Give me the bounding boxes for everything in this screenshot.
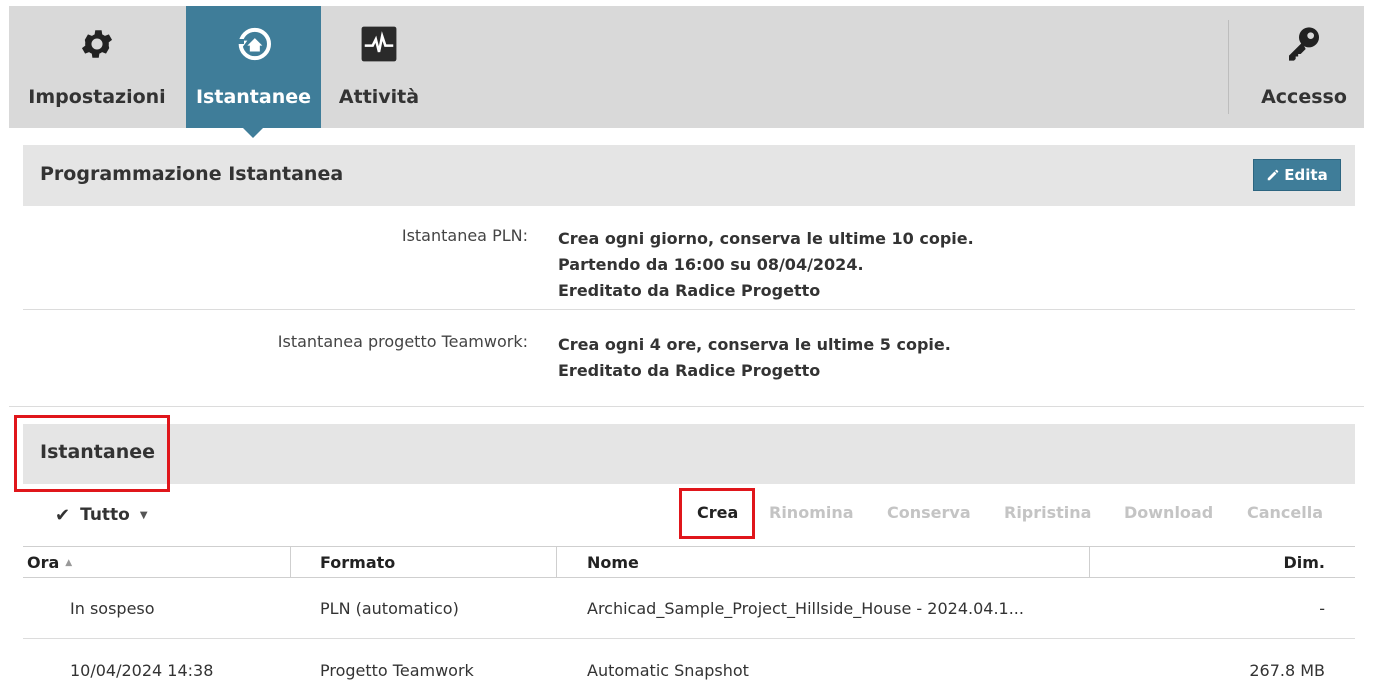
tab-activity-label: Attività (338, 86, 420, 108)
column-header-name[interactable]: Nome (587, 547, 639, 578)
tab-snapshots-label: Istantanee (195, 86, 311, 108)
schedule-line: Ereditato da Radice Progetto (558, 361, 821, 380)
column-header-size[interactable]: Dim. (1283, 547, 1325, 578)
schedule-line: Crea ogni 4 ore, conserva le ultime 5 co… (558, 335, 951, 354)
schedule-row-teamwork: Istantanea progetto Teamwork: Crea ogni … (23, 326, 1355, 406)
caret-down-icon: ▼ (139, 509, 148, 521)
cell-time: In sospeso (70, 599, 155, 618)
download-button[interactable]: Download (1124, 503, 1213, 522)
top-toolbar: Impostazioni Istantanee Attività Accesso (9, 6, 1364, 138)
select-all-label: Tutto (80, 505, 130, 525)
tab-settings-label: Impostazioni (28, 86, 166, 108)
rename-button[interactable]: Rinomina (769, 503, 854, 522)
edit-button-label: Edita (1284, 166, 1328, 184)
column-header-time[interactable]: Ora ▲ (27, 547, 72, 578)
tab-settings[interactable]: Impostazioni (9, 6, 185, 128)
select-all-dropdown[interactable]: ✔ Tutto ▼ (55, 504, 148, 526)
key-icon (1284, 24, 1324, 64)
snapshot-restore-icon (234, 24, 274, 64)
schedule-title: Programmazione Istantanea (40, 163, 344, 185)
schedule-row-label: Istantanea progetto Teamwork: (277, 332, 528, 351)
schedule-line: Partendo da 16:00 su 08/04/2024. (558, 255, 864, 274)
column-separator[interactable] (1089, 547, 1090, 578)
cell-time: 10/04/2024 14:38 (70, 661, 214, 680)
schedule-header: Programmazione Istantanea Edita (23, 145, 1355, 206)
schedule-row-label: Istantanea PLN: (401, 226, 528, 245)
create-button[interactable]: Crea (697, 503, 738, 522)
snapshots-header: Istantanee (23, 424, 1355, 484)
access-button[interactable]: Accesso (1244, 6, 1364, 128)
column-header-format[interactable]: Formato (320, 547, 395, 578)
edit-button[interactable]: Edita (1253, 159, 1341, 191)
schedule-row-value: Crea ogni giorno, conserva le ultime 10 … (558, 226, 974, 304)
divider (9, 406, 1364, 407)
snapshot-actions: Crea Rinomina Conserva Ripristina Downlo… (680, 503, 1340, 531)
gear-icon (77, 24, 117, 64)
tab-activity[interactable]: Attività (324, 6, 434, 128)
cell-size: - (1319, 599, 1325, 618)
cell-format: PLN (automatico) (320, 599, 459, 618)
table-header: Ora ▲ Formato Nome Dim. (23, 546, 1355, 578)
activity-pulse-icon (359, 24, 399, 64)
cell-format: Progetto Teamwork (320, 661, 474, 680)
column-separator[interactable] (556, 547, 557, 578)
column-header-label: Ora (27, 553, 60, 572)
table-row[interactable]: 10/04/2024 14:38 Progetto Teamwork Autom… (23, 640, 1355, 681)
tab-snapshots[interactable]: Istantanee (186, 6, 321, 138)
checkmark-icon: ✔ (55, 504, 71, 526)
pencil-icon (1268, 169, 1279, 181)
cell-name: Automatic Snapshot (587, 661, 749, 680)
schedule-row-pln: Istantanea PLN: Crea ogni giorno, conser… (23, 220, 1355, 310)
restore-button[interactable]: Ripristina (1004, 503, 1091, 522)
toolbar-divider (1228, 20, 1229, 114)
access-label: Accesso (1261, 86, 1347, 108)
column-separator[interactable] (290, 547, 291, 578)
keep-button[interactable]: Conserva (887, 503, 971, 522)
table-row[interactable]: In sospeso PLN (automatico) Archicad_Sam… (23, 578, 1355, 639)
sort-ascending-icon: ▲ (65, 557, 73, 568)
cell-name: Archicad_Sample_Project_Hillside_House -… (587, 599, 1024, 618)
schedule-row-value: Crea ogni 4 ore, conserva le ultime 5 co… (558, 332, 951, 384)
schedule-line: Crea ogni giorno, conserva le ultime 10 … (558, 229, 974, 248)
cell-size: 267.8 MB (1249, 661, 1325, 680)
schedule-line: Ereditato da Radice Progetto (558, 281, 821, 300)
delete-button[interactable]: Cancella (1247, 503, 1323, 522)
snapshots-title: Istantanee (40, 441, 156, 463)
